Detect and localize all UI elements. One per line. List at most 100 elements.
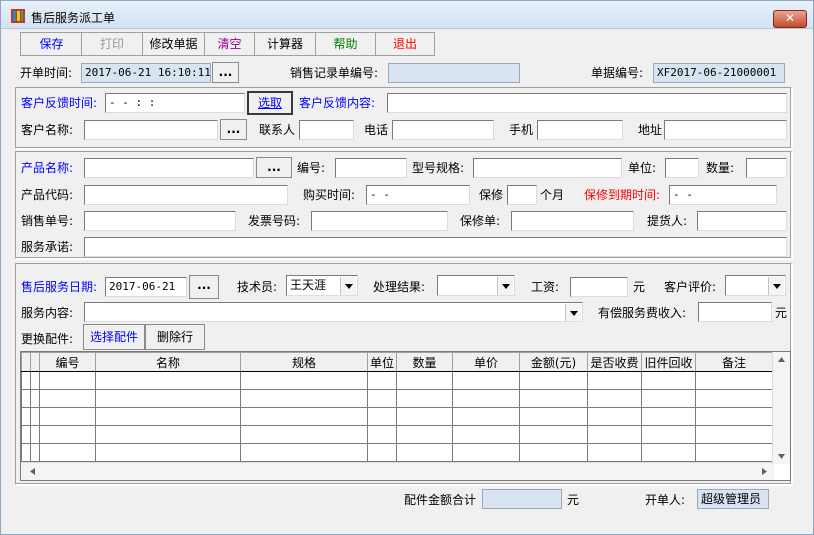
col-spec-header[interactable]: 规格 <box>240 352 368 372</box>
service-content-select[interactable] <box>84 302 583 322</box>
warranty-months-field[interactable] <box>507 185 537 205</box>
delete-row-button[interactable]: 删除行 <box>145 324 205 350</box>
customer-name-field[interactable] <box>84 120 218 140</box>
table-row[interactable] <box>21 443 773 462</box>
print-button[interactable]: 打印 <box>81 32 143 56</box>
quantity-field[interactable] <box>746 158 787 178</box>
sales-no-label: 销售单号: <box>21 214 74 228</box>
open-time-picker-button[interactable]: ... <box>212 62 239 83</box>
customer-picker-button[interactable]: ... <box>220 119 247 140</box>
title-bar: 售后服务派工单 ✕ <box>1 1 813 29</box>
open-time-field[interactable]: 2017-06-21 16:10:11 <box>81 63 211 83</box>
table-row[interactable] <box>21 371 773 390</box>
parts-total-field <box>482 489 562 509</box>
col-charged-header[interactable]: 是否收费 <box>587 352 642 372</box>
calculator-button[interactable]: 计算器 <box>254 32 316 56</box>
invoice-no-field[interactable] <box>311 211 448 231</box>
horizontal-scrollbar[interactable] <box>21 462 774 480</box>
paid-income-label: 有偿服务费收入: <box>598 306 687 320</box>
table-row[interactable] <box>21 425 773 444</box>
technician-value: 王天涯 <box>290 278 327 292</box>
exit-button[interactable]: 退出 <box>375 32 435 56</box>
result-select[interactable] <box>437 275 515 296</box>
col-remark-header[interactable]: 备注 <box>695 352 773 372</box>
app-icon <box>11 9 25 23</box>
chevron-down-icon <box>565 304 581 321</box>
app-window: 售后服务派工单 ✕ 保存 打印 修改单据 清空 计算器 帮助 退出 开单时间: … <box>0 0 814 535</box>
rating-select[interactable] <box>725 275 786 296</box>
address-field[interactable] <box>664 120 787 140</box>
technician-label: 技术员: <box>237 280 278 294</box>
phone-label: 电话 <box>364 123 389 137</box>
model-field[interactable] <box>473 158 622 178</box>
col-name-header[interactable]: 名称 <box>95 352 241 372</box>
product-picker-button[interactable]: ... <box>256 157 292 178</box>
window-title: 售后服务派工单 <box>31 11 116 25</box>
row-indicator-header <box>21 352 31 372</box>
product-number-label: 编号: <box>297 161 326 175</box>
creator-label: 开单人: <box>645 493 686 507</box>
replace-parts-label: 更换配件: <box>21 332 74 346</box>
phone-field[interactable] <box>392 120 494 140</box>
col-price-header[interactable]: 单价 <box>452 352 520 372</box>
sales-record-no-label: 销售记录单编号: <box>290 66 379 80</box>
col-amount-header[interactable]: 金额(元) <box>519 352 588 372</box>
open-time-label: 开单时间: <box>20 66 73 80</box>
mobile-field[interactable] <box>537 120 623 140</box>
warranty-doc-field[interactable] <box>511 211 634 231</box>
warranty-doc-label: 保修单: <box>460 214 501 228</box>
save-button[interactable]: 保存 <box>20 32 83 56</box>
edit-document-button[interactable]: 修改单据 <box>142 32 205 56</box>
service-promise-field[interactable] <box>84 237 787 257</box>
contact-field[interactable] <box>299 120 354 140</box>
wage-unit: 元 <box>633 280 646 294</box>
row-indicator-header-2 <box>30 352 40 372</box>
contact-label: 联系人 <box>259 123 296 137</box>
invoice-no-label: 发票号码: <box>248 214 301 228</box>
chevron-down-icon <box>497 277 513 295</box>
feedback-time-field[interactable]: - - : : <box>105 93 245 113</box>
select-parts-button[interactable]: 选择配件 <box>83 324 145 350</box>
unit-label: 单位: <box>628 161 657 175</box>
doc-no-label: 单据编号: <box>591 66 644 80</box>
parts-total-unit: 元 <box>567 493 580 507</box>
help-button[interactable]: 帮助 <box>315 32 376 56</box>
product-code-label: 产品代码: <box>21 188 74 202</box>
parts-total-label: 配件金额合计 <box>404 493 477 507</box>
warranty-end-field[interactable]: - - <box>669 185 777 205</box>
close-button[interactable]: ✕ <box>773 10 807 28</box>
wage-field[interactable] <box>570 277 628 297</box>
wage-label: 工资: <box>531 280 560 294</box>
pick-time-button[interactable]: 选取 <box>247 91 293 115</box>
address-label: 地址 <box>638 123 663 137</box>
purchase-time-field[interactable]: - - <box>366 185 470 205</box>
product-number-field[interactable] <box>335 158 407 178</box>
feedback-content-field[interactable] <box>387 93 787 113</box>
paid-income-unit: 元 <box>775 306 788 320</box>
col-qty-header[interactable]: 数量 <box>396 352 453 372</box>
technician-select[interactable]: 王天涯 <box>286 275 358 296</box>
sales-no-field[interactable] <box>84 211 236 231</box>
rating-label: 客户评价: <box>664 280 717 294</box>
service-date-field[interactable]: 2017-06-21 <box>105 277 187 297</box>
result-label: 处理结果: <box>373 280 426 294</box>
clear-button[interactable]: 清空 <box>204 32 255 56</box>
table-row[interactable] <box>21 389 773 408</box>
purchase-time-label: 购买时间: <box>303 188 356 202</box>
col-unit-header[interactable]: 单位 <box>367 352 397 372</box>
product-code-field[interactable] <box>84 185 288 205</box>
col-old-part-header[interactable]: 旧件回收 <box>641 352 696 372</box>
vertical-scrollbar[interactable] <box>772 352 790 464</box>
warranty-end-label: 保修到期时间: <box>584 188 661 202</box>
unit-field[interactable] <box>665 158 699 178</box>
parts-table[interactable]: 编号 名称 规格 单位 数量 单价 金额(元) 是否收费 旧件回收 备注 <box>20 351 791 481</box>
picker-field[interactable] <box>697 211 787 231</box>
table-row[interactable] <box>21 407 773 426</box>
service-date-picker-button[interactable]: ... <box>189 275 219 299</box>
feedback-time-label: 客户反馈时间: <box>21 96 98 110</box>
scroll-horizontal-arrows-icon <box>30 468 767 475</box>
product-name-field[interactable] <box>84 158 254 178</box>
col-number-header[interactable]: 编号 <box>39 352 96 372</box>
paid-income-field[interactable] <box>698 302 772 322</box>
sales-record-no-field[interactable] <box>388 63 520 83</box>
